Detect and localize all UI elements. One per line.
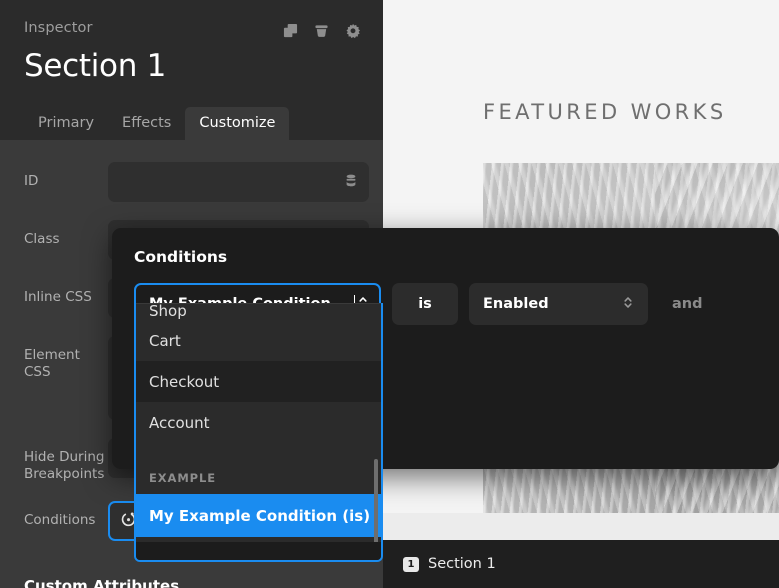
status-badge: 1	[403, 556, 419, 572]
id-input[interactable]	[108, 162, 369, 202]
dropdown-scrollbar[interactable]	[374, 459, 378, 547]
dropdown-option-cart[interactable]: Cart	[136, 320, 381, 361]
page-title: Section 1	[24, 48, 167, 84]
dropdown-option-my-example-condition[interactable]: My Example Condition (is)	[136, 494, 381, 537]
inspector-tabs: Primary Effects Customize	[0, 106, 383, 140]
tab-primary[interactable]: Primary	[24, 107, 108, 140]
status-element-name: Section 1	[428, 556, 496, 572]
preview-statusbar[interactable]: 1 Section 1	[383, 540, 779, 588]
field-row-id: ID	[0, 162, 383, 202]
condition-operator-value: is	[418, 296, 432, 312]
database-icon[interactable]	[344, 173, 358, 192]
dropdown-option-checkout[interactable]: Checkout	[136, 361, 381, 402]
field-label-element-css: Element CSS	[24, 347, 80, 380]
custom-attributes-heading: Custom Attributes	[24, 577, 180, 588]
dropdown-option-shop[interactable]: Shop	[136, 303, 381, 320]
condition-value-select[interactable]: Enabled	[469, 283, 648, 325]
inspector-header-actions	[282, 22, 361, 39]
dropdown-option-account[interactable]: Account	[136, 402, 381, 443]
field-label-inline-css: Inline CSS	[24, 289, 92, 305]
trash-icon[interactable]	[313, 22, 330, 39]
condition-value-text: Enabled	[483, 296, 549, 312]
tab-customize[interactable]: Customize	[185, 107, 290, 140]
conditions-popup-title: Conditions	[134, 248, 228, 266]
gear-icon[interactable]	[344, 22, 361, 39]
preview-heading: FEATURED WORKS	[483, 100, 727, 124]
field-label-conditions: Conditions	[24, 512, 96, 528]
chevron-updown-icon	[622, 295, 634, 314]
field-label-id: ID	[24, 173, 39, 189]
tab-effects[interactable]: Effects	[108, 107, 185, 140]
condition-operator-field[interactable]: is	[392, 283, 458, 325]
app-root: FEATURED WORKS 1 Section 1 Inspector Sec…	[0, 0, 779, 588]
field-label-hide-during-breakpoints: Hide During Breakpoints	[24, 449, 105, 482]
field-label-class: Class	[24, 231, 60, 247]
dropdown-group-label-example: EXAMPLE	[149, 471, 216, 485]
condition-joiner-label: and	[672, 296, 703, 312]
duplicate-icon[interactable]	[282, 22, 299, 39]
dropdown-bottom-filler	[136, 542, 381, 560]
condition-options-dropdown[interactable]: Shop Cart Checkout Account EXAMPLE My Ex…	[134, 303, 383, 562]
inspector-header: Inspector Section 1	[0, 0, 383, 84]
